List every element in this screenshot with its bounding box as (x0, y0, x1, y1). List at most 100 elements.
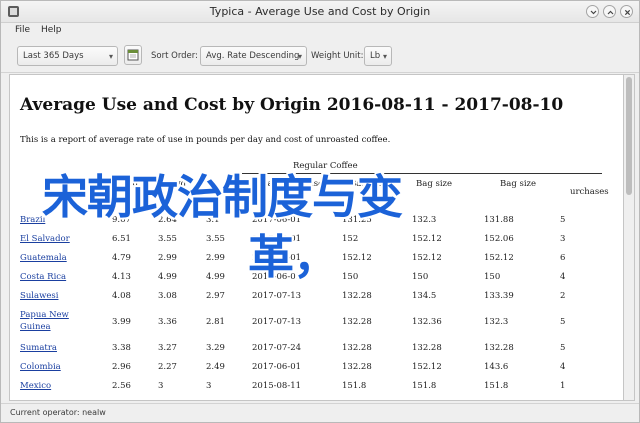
cell: 3.29 (206, 343, 225, 353)
cell: 132.28 (342, 343, 372, 353)
cell: 2017-07-13 (252, 317, 302, 327)
report-description: This is a report of average rate of use … (20, 135, 391, 145)
cell: 2.27 (158, 362, 177, 372)
origin-link[interactable]: Sulawesi (20, 291, 58, 301)
overlay-text-line2: 革， (248, 230, 339, 284)
cell: 151.8 (484, 381, 509, 391)
date-range-value: Last 365 Days (23, 51, 84, 61)
menu-help[interactable]: Help (41, 25, 62, 35)
cell: 5 (560, 317, 566, 327)
cell: 4.79 (112, 253, 131, 263)
table-row: Sumatra 3.38 3.27 3.29 2017-07-24 132.28… (20, 343, 620, 355)
cell: 132.28 (412, 343, 442, 353)
menu-file[interactable]: File (15, 25, 30, 35)
cell: 3.38 (112, 343, 131, 353)
chevron-down-icon: ▾ (382, 52, 387, 61)
cell: 4 (560, 362, 566, 372)
header-purchases: urchases (570, 187, 609, 197)
minimize-button[interactable] (586, 5, 599, 18)
table-row: Sulawesi 4.08 3.08 2.97 2017-07-13 132.2… (20, 291, 620, 303)
cell: 2.99 (206, 253, 225, 263)
table-row: Colombia 2.96 2.27 2.49 2017-06-01 132.2… (20, 362, 620, 374)
cell: 2017-06-01 (252, 362, 302, 372)
status-bar: Current operator: nealw (1, 403, 639, 422)
cell: 151.8 (412, 381, 437, 391)
cell: 4.08 (112, 291, 131, 301)
cell: 6.51 (112, 234, 131, 244)
weight-unit-label: Weight Unit: (311, 51, 364, 61)
table-row: Papua New Guinea 3.99 3.36 2.81 2017-07-… (20, 310, 620, 334)
cell: 152.12 (342, 253, 372, 263)
origin-link[interactable]: Colombia (20, 362, 61, 372)
cell: 2.81 (206, 317, 225, 327)
cell: 2.97 (206, 291, 225, 301)
close-icon (624, 9, 631, 16)
cell: 3 (206, 381, 212, 391)
close-button[interactable] (620, 5, 633, 18)
minimize-icon (590, 10, 597, 15)
cell: 134.5 (412, 291, 437, 301)
cell: 2015-08-11 (252, 381, 302, 391)
weight-unit-select[interactable]: Lb ▾ (364, 46, 392, 66)
cell: 3.99 (112, 317, 131, 327)
report-view: Average Use and Cost by Origin 2016-08-1… (9, 74, 624, 401)
table-row: Mexico 2.56 3 3 2015-08-11 151.8 151.8 1… (20, 381, 620, 393)
overlay-text-line1: 宋朝政治制度与变 (42, 170, 403, 224)
cell: 2.96 (112, 362, 131, 372)
cell: 150 (342, 272, 359, 282)
origin-link[interactable]: Papua New (20, 310, 69, 320)
vertical-scrollbar[interactable] (624, 74, 635, 401)
cell: 152.12 (412, 234, 442, 244)
cell: 132.28 (484, 343, 514, 353)
window-title: Typica - Average Use and Cost by Origin (209, 5, 431, 18)
cell: 132.28 (342, 317, 372, 327)
cell: 1 (560, 381, 566, 391)
cell: 131.88 (484, 215, 514, 225)
sort-order-select[interactable]: Avg. Rate Descending ▾ (200, 46, 307, 66)
cell: 4 (560, 272, 566, 282)
cell: 132.3 (412, 215, 437, 225)
title-bar: Typica - Average Use and Cost by Origin (1, 1, 639, 23)
cell: 132.28 (342, 291, 372, 301)
sort-order-label: Sort Order: (151, 51, 198, 61)
cell: 3 (560, 234, 566, 244)
cell: 143.6 (484, 362, 509, 372)
sort-order-value: Avg. Rate Descending (206, 51, 300, 61)
cell: 3.27 (158, 343, 177, 353)
app-window: Typica - Average Use and Cost by Origin … (0, 0, 640, 423)
cell: 2017-07-24 (252, 343, 302, 353)
cell: 152 (342, 234, 359, 244)
cell: 2 (560, 291, 566, 301)
origin-link[interactable]: El Salvador (20, 234, 70, 244)
maximize-button[interactable] (603, 5, 616, 18)
cell: 2.99 (158, 253, 177, 263)
origin-link[interactable]: Sumatra (20, 343, 57, 353)
cell: 3.55 (158, 234, 177, 244)
date-range-select[interactable]: Last 365 Days ▾ (17, 46, 118, 66)
cell: 152.06 (484, 234, 514, 244)
calendar-button[interactable] (124, 45, 142, 65)
menu-bar: File Help (1, 23, 639, 39)
cell: 152.12 (484, 253, 514, 263)
cell: 5 (560, 215, 566, 225)
header-bag-size-2: Bag size (416, 179, 453, 189)
chevron-down-icon: ▾ (108, 52, 113, 61)
toolbar: Last 365 Days ▾ Sort Order: Avg. Rate De… (1, 41, 639, 73)
cell: 2017-07-13 (252, 291, 302, 301)
cell: 4.99 (158, 272, 177, 282)
cell: 2.49 (206, 362, 225, 372)
origin-link[interactable]: Mexico (20, 381, 51, 391)
cell: 3.08 (158, 291, 177, 301)
cell: 133.39 (484, 291, 514, 301)
scrollbar-thumb[interactable] (626, 77, 632, 195)
cell: 3.55 (206, 234, 225, 244)
origin-link[interactable]: Costa Rica (20, 272, 66, 282)
weight-unit-value: Lb (370, 51, 381, 61)
calendar-icon (127, 49, 139, 61)
cell: 152.12 (412, 362, 442, 372)
window-controls (586, 5, 633, 18)
cell: 5 (560, 343, 566, 353)
origin-link[interactable]: Guatemala (20, 253, 67, 263)
cell: 150 (484, 272, 501, 282)
origin-link-line2[interactable]: Guinea (20, 322, 51, 332)
